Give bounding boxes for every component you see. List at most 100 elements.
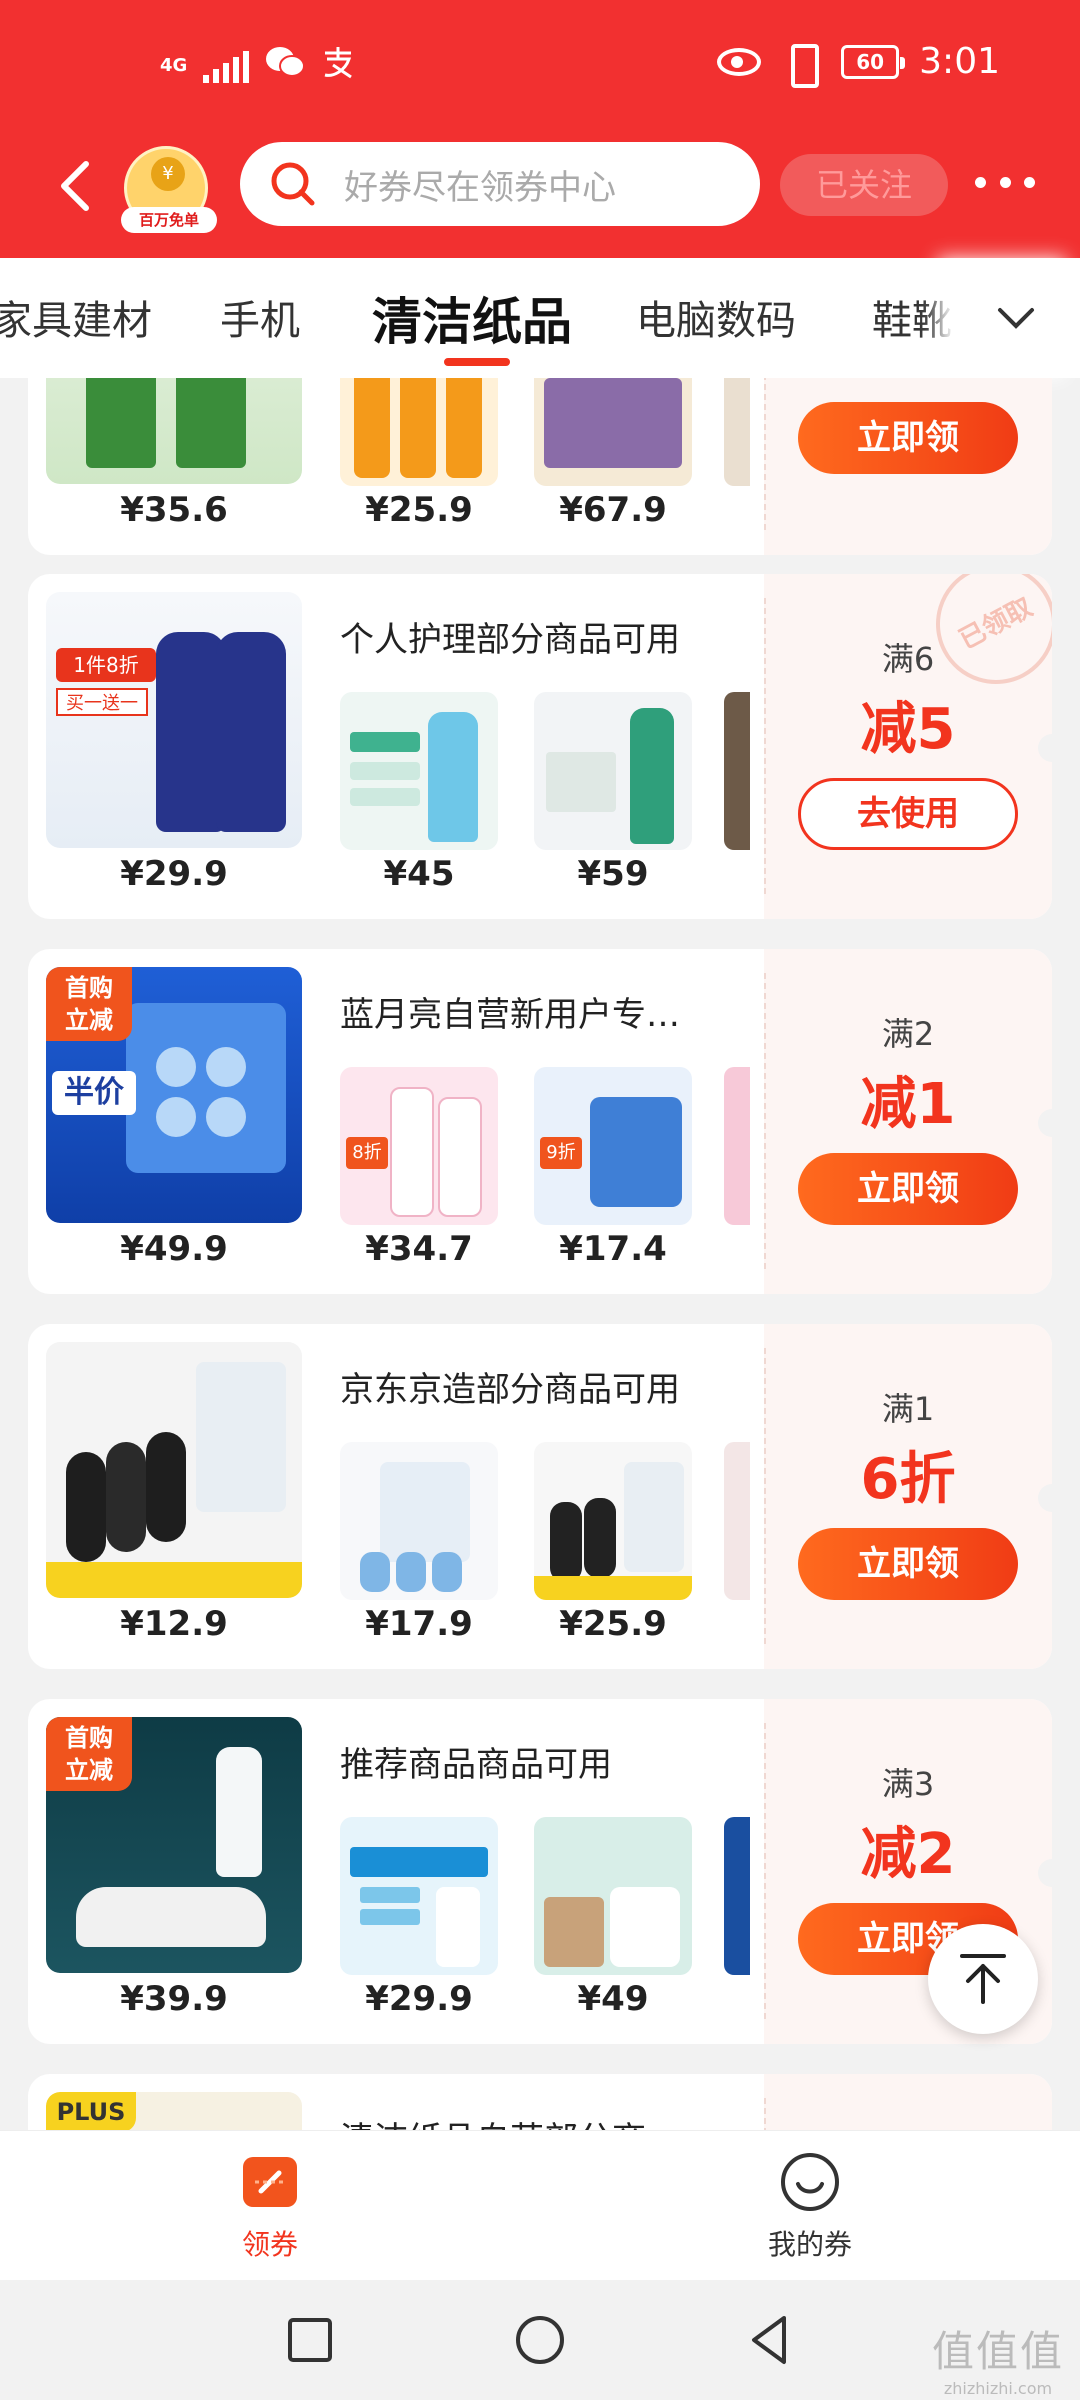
product-image[interactable] bbox=[534, 378, 692, 486]
plus-tag: PLUS bbox=[46, 2092, 136, 2130]
claim-coupon-button[interactable]: 立即领 bbox=[798, 1153, 1018, 1225]
status-bar: 4G 60 3:01 bbox=[0, 0, 1080, 130]
first-purchase-tag: 首购 立减 bbox=[46, 1717, 132, 1791]
bottom-tab-bar: 领券 我的券 bbox=[0, 2130, 1080, 2280]
coupon-title: 推荐商品商品可用 bbox=[340, 1745, 612, 1785]
tab-my-coupons[interactable]: 我的券 bbox=[710, 2151, 910, 2263]
recent-apps-button[interactable] bbox=[280, 2310, 340, 2370]
product-image-peek bbox=[724, 378, 750, 486]
product-price: ¥39.9 bbox=[120, 1979, 228, 2019]
coupon-amount: 减5 bbox=[860, 697, 956, 762]
coupon-condition: 满6 bbox=[881, 640, 935, 678]
product-image-peek bbox=[724, 1067, 750, 1225]
search-placeholder: 好券尽在领券中心 bbox=[344, 167, 616, 208]
product-image[interactable] bbox=[340, 1817, 498, 1975]
product-price: ¥25.9 bbox=[365, 490, 473, 530]
coupon-card: ¥35.6 ¥25.9 ¥67.9 立即领 bbox=[28, 378, 1052, 555]
coupon-list: ¥35.6 ¥25.9 ¥67.9 立即领 已领取 1件8折 买一送一 ¥29.… bbox=[0, 378, 1080, 2130]
badge-label: 百万免单 bbox=[121, 207, 217, 233]
product-image[interactable]: 8折 bbox=[340, 1067, 498, 1225]
expand-tabs-button[interactable] bbox=[952, 258, 1080, 378]
use-coupon-button[interactable]: 去使用 bbox=[798, 778, 1018, 850]
home-button[interactable] bbox=[510, 2310, 570, 2370]
claim-coupon-button[interactable]: 立即领 bbox=[798, 402, 1018, 474]
product-image[interactable]: 9折 bbox=[534, 1067, 692, 1225]
product-image[interactable] bbox=[534, 1442, 692, 1600]
product-price: ¥17.4 bbox=[559, 1229, 667, 1269]
back-button[interactable] bbox=[56, 158, 96, 214]
product-image-peek bbox=[724, 1817, 750, 1975]
eye-comfort-icon bbox=[717, 48, 762, 76]
coupon-condition: 满2 bbox=[881, 1015, 935, 1053]
search-icon bbox=[271, 162, 315, 206]
coupon-title: 个人护理部分商品可用 bbox=[340, 620, 680, 660]
product-price: ¥49 bbox=[577, 1979, 649, 2019]
product-price: ¥34.7 bbox=[365, 1229, 473, 1269]
coupon-condition: 满1 bbox=[881, 1390, 935, 1428]
product-price: ¥17.9 bbox=[365, 1604, 473, 1644]
chevron-left-icon bbox=[61, 161, 89, 211]
product-price: ¥12.9 bbox=[120, 1604, 228, 1644]
product-image[interactable] bbox=[534, 692, 692, 850]
product-image[interactable] bbox=[534, 1817, 692, 1975]
clock: 3:01 bbox=[919, 41, 1000, 82]
chevron-down-icon bbox=[998, 308, 1034, 329]
product-image[interactable]: 1件8折 买一送一 bbox=[46, 592, 302, 848]
wechat-icon bbox=[265, 44, 306, 87]
system-navigation-bar bbox=[0, 2280, 1080, 2400]
alipay-icon bbox=[321, 45, 355, 86]
follow-button[interactable]: 已关注 bbox=[780, 154, 948, 216]
search-bar[interactable]: 好券尽在领券中心 bbox=[240, 142, 760, 226]
first-purchase-tag: 首购 立减 bbox=[46, 967, 132, 1041]
coupon-card: 半价 首购 立减 ¥49.9 蓝月亮自营新用户专… 8折 ¥34.7 9折 ¥17… bbox=[28, 949, 1052, 1294]
tab-label: 领券 bbox=[241, 2228, 298, 2261]
coupon-title: 清洁纸品自营部分商 bbox=[340, 2112, 750, 2130]
product-image-peek bbox=[724, 692, 750, 850]
product-price: ¥35.6 bbox=[120, 490, 228, 530]
arrow-up-icon bbox=[960, 1954, 1006, 2004]
vibrate-icon bbox=[781, 44, 821, 88]
product-price: ¥29.9 bbox=[365, 1979, 473, 2019]
back-nav-button[interactable] bbox=[740, 2310, 800, 2370]
tab-get-coupons[interactable]: 领券 bbox=[170, 2151, 370, 2263]
battery-icon: 60 bbox=[841, 45, 906, 79]
free-order-badge[interactable]: ¥ 百万免单 bbox=[121, 146, 217, 233]
signal-icon bbox=[203, 49, 250, 83]
smile-icon bbox=[779, 2151, 841, 2213]
tab-cleaning-paper[interactable]: 清洁纸品 bbox=[372, 282, 572, 354]
coupon-card: 首购 立减 ¥39.9 推荐商品商品可用 ¥29.9 ¥49 满3 减2 立即领 bbox=[28, 1699, 1052, 2044]
product-image[interactable] bbox=[46, 378, 302, 484]
product-image[interactable] bbox=[340, 1442, 498, 1600]
network-type: 4G bbox=[160, 54, 188, 76]
category-tabs: 家具建材 手机 清洁纸品 电脑数码 鞋靴 bbox=[0, 258, 1080, 378]
tab-computer-digital[interactable]: 电脑数码 bbox=[636, 288, 796, 346]
active-tab-indicator bbox=[444, 358, 510, 366]
nav-bar: ¥ 百万免单 好券尽在领券中心 已关注 bbox=[0, 140, 1080, 233]
product-image[interactable]: PLUS bbox=[46, 2092, 302, 2130]
coupon-card: ¥12.9 京东京造部分商品可用 ¥17.9 ¥25.9 满1 6折 立即领 bbox=[28, 1324, 1052, 1669]
coupon-amount: 6折 bbox=[860, 1447, 956, 1512]
product-price: ¥49.9 bbox=[120, 1229, 228, 1269]
tab-shoes[interactable]: 鞋靴 bbox=[872, 288, 952, 346]
claim-coupon-button[interactable]: 立即领 bbox=[798, 1528, 1018, 1600]
back-to-top-button[interactable] bbox=[928, 1924, 1038, 2034]
product-image[interactable] bbox=[46, 1342, 302, 1598]
coupon-amount: 减2 bbox=[860, 1822, 956, 1887]
product-image[interactable] bbox=[340, 692, 498, 850]
tab-phone[interactable]: 手机 bbox=[220, 288, 300, 346]
header: 4G 60 3:01 ¥ 百万免单 好券尽在领券中心 已关注 bbox=[0, 0, 1080, 258]
more-icon[interactable] bbox=[975, 172, 1035, 192]
product-price: ¥29.9 bbox=[120, 854, 228, 894]
product-price: ¥67.9 bbox=[559, 490, 667, 530]
watermark: 值值值 zhizhizhi.com bbox=[931, 2327, 1064, 2398]
coupon-title: 蓝月亮自营新用户专… bbox=[340, 995, 680, 1035]
product-price: ¥59 bbox=[577, 854, 649, 894]
coupon-card: 已领取 1件8折 买一送一 ¥29.9 个人护理部分商品可用 ¥45 ¥59 满… bbox=[28, 574, 1052, 919]
tab-furniture[interactable]: 家具建材 bbox=[0, 288, 152, 346]
coupon-icon bbox=[239, 2151, 301, 2213]
product-image[interactable]: 半价 首购 立减 bbox=[46, 967, 302, 1223]
product-image[interactable] bbox=[340, 378, 498, 486]
product-price: ¥45 bbox=[383, 854, 455, 894]
coupon-card: PLUS 清洁纸品自营部分商 bbox=[28, 2074, 1052, 2130]
product-image[interactable]: 首购 立减 bbox=[46, 1717, 302, 1973]
